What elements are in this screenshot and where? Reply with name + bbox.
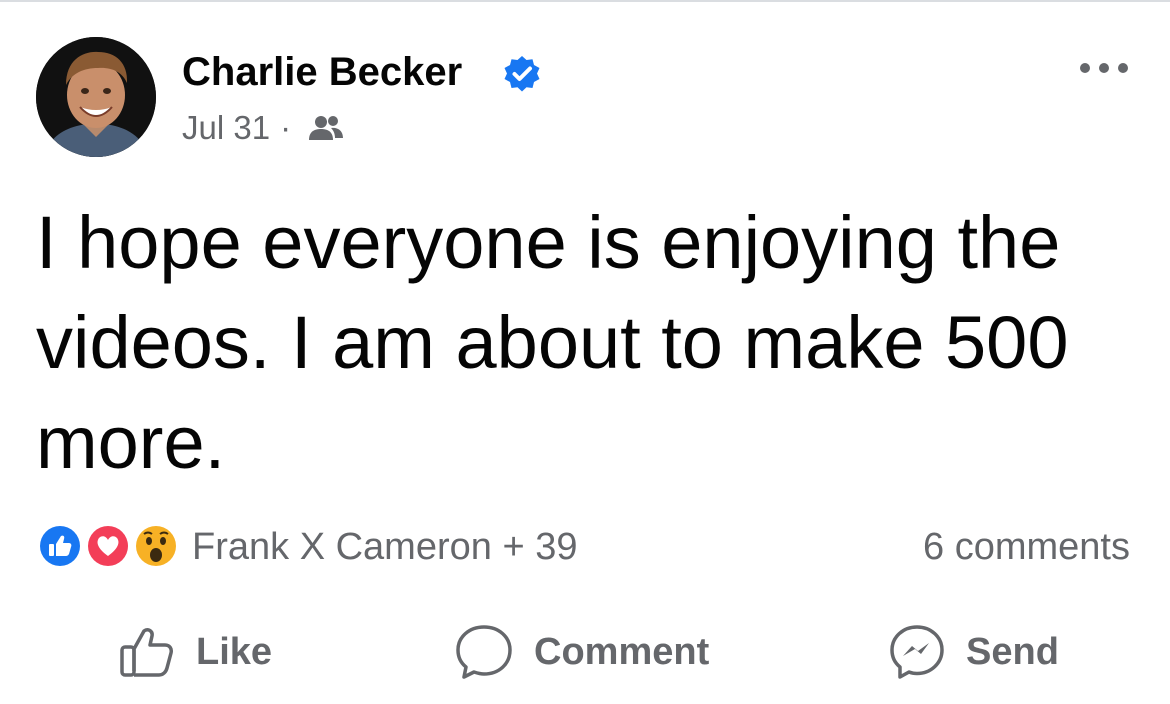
send-label: Send	[966, 630, 1059, 673]
like-reaction-icon	[37, 523, 83, 569]
top-divider	[0, 0, 1170, 2]
comment-bubble-icon	[456, 625, 512, 679]
comments-count[interactable]: 6 comments	[923, 522, 1130, 572]
like-label: Like	[196, 630, 273, 673]
like-button[interactable]: Like	[118, 622, 272, 682]
friends-icon	[309, 116, 344, 140]
post-meta: Jul 31 ·	[182, 108, 345, 148]
author-name[interactable]: Charlie Becker	[182, 48, 462, 96]
messenger-icon	[890, 625, 944, 679]
meta-separator: ·	[280, 109, 292, 146]
post-message: I hope everyone is enjoying the videos. …	[36, 201, 1069, 484]
thumbs-up-icon	[120, 628, 173, 677]
comment-button[interactable]: Comment	[454, 622, 709, 682]
love-reaction-icon	[85, 523, 131, 569]
avatar[interactable]	[36, 37, 156, 157]
reactions-summary[interactable]	[36, 522, 186, 572]
wow-reaction-icon	[133, 523, 179, 569]
reactions-text[interactable]: Frank X Cameron + 39	[192, 522, 577, 572]
verified-badge-icon	[504, 56, 540, 92]
more-options-icon[interactable]	[1077, 60, 1131, 76]
comment-label: Comment	[534, 630, 710, 673]
send-button[interactable]: Send	[888, 622, 1059, 682]
post-date[interactable]: Jul 31	[182, 108, 270, 148]
